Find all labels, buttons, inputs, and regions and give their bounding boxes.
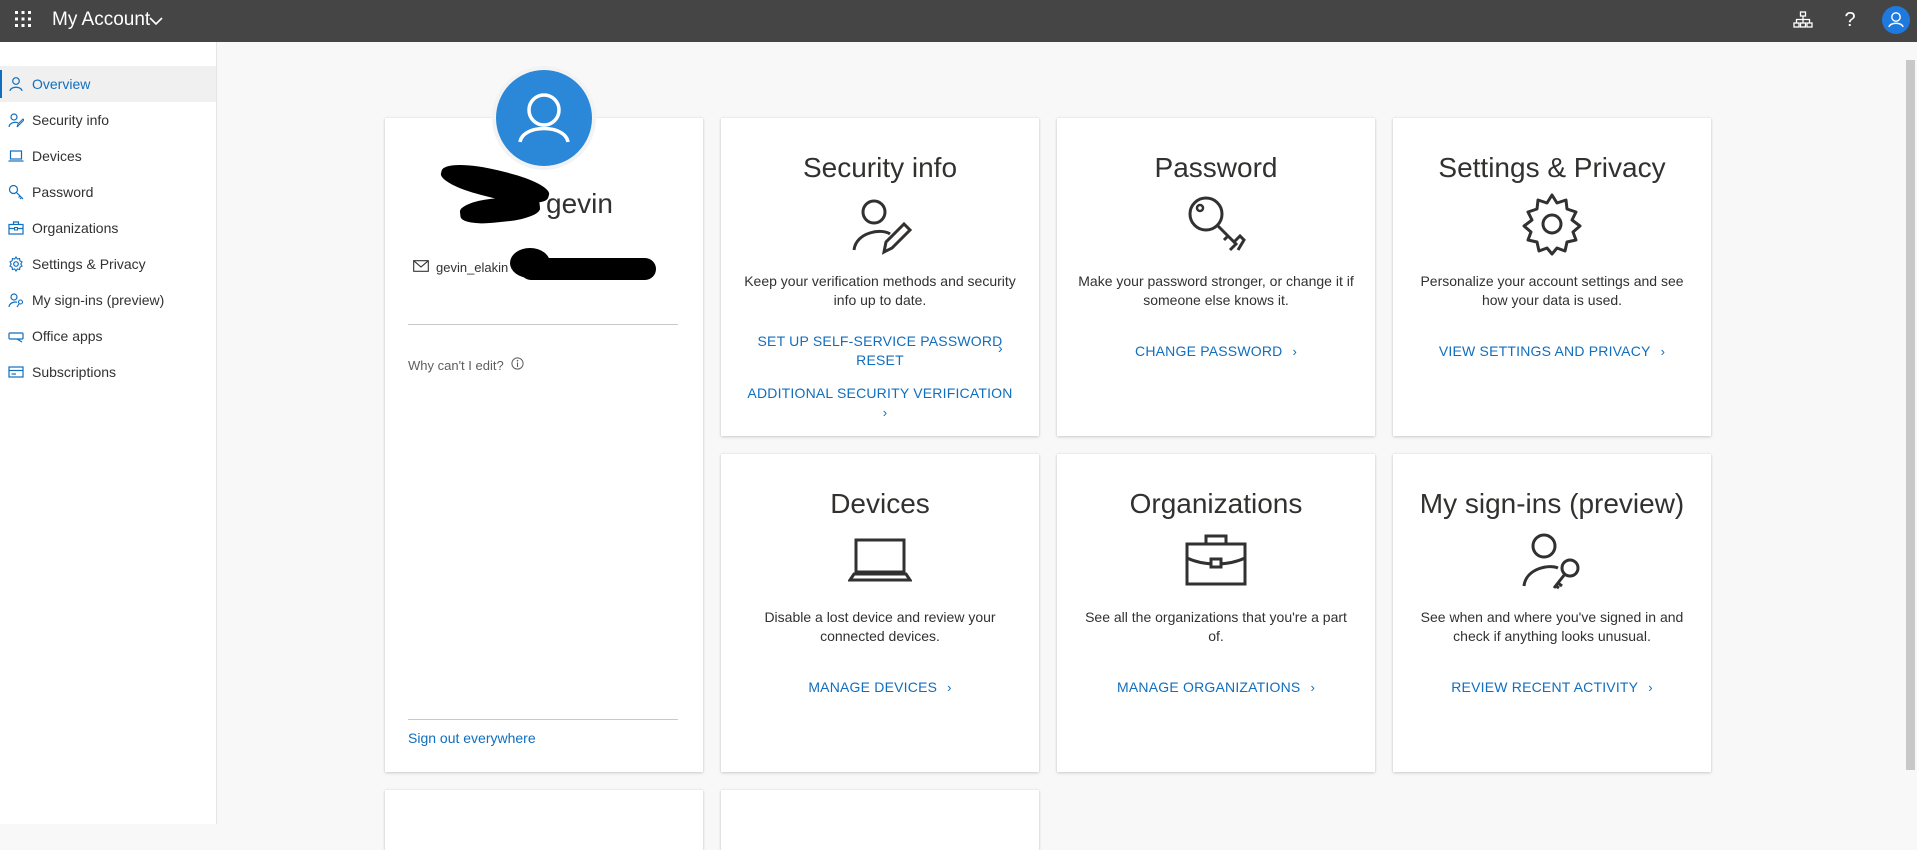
review-recent-activity-link[interactable]: REVIEW RECENT ACTIVITY › — [1413, 678, 1691, 697]
sidebar-item-my-sign-ins[interactable]: My sign-ins (preview) — [0, 282, 216, 318]
card-title: Settings & Privacy — [1438, 152, 1666, 183]
info-icon[interactable] — [511, 357, 524, 370]
card-description: Disable a lost device and review your co… — [764, 609, 996, 644]
card-description: See when and where you've signed in and … — [1420, 609, 1684, 644]
link-label: CHANGE PASSWORD — [1135, 343, 1283, 359]
sidebar-item-overview[interactable]: Overview — [0, 66, 216, 102]
more-card — [721, 790, 1039, 850]
profile-email: gevin_elakin — [436, 260, 509, 275]
sidebar-item-label: Password — [32, 184, 94, 200]
link-label: REVIEW RECENT ACTIVITY — [1451, 679, 1639, 695]
scrollbar[interactable] — [1906, 60, 1915, 770]
set-up-sspr-link[interactable]: SET UP SELF-SERVICE PASSWORD RESET — [755, 332, 1005, 370]
redaction-mark — [520, 258, 656, 280]
person-key-icon — [8, 293, 24, 308]
key-icon — [1188, 196, 1246, 252]
chevron-right-icon: › — [998, 340, 1003, 356]
security-person-icon — [8, 113, 24, 128]
chevron-right-icon: › — [1648, 680, 1653, 695]
chevron-right-icon: › — [1292, 344, 1297, 359]
card-description: Personalize your account settings and se… — [1420, 273, 1684, 308]
card-title: Devices — [830, 488, 930, 519]
link-label: MANAGE DEVICES — [808, 679, 938, 695]
devices-card: Devices Disable a lost device and review… — [721, 454, 1039, 772]
gear-icon — [1522, 193, 1582, 256]
divider — [408, 719, 678, 720]
profile-avatar[interactable] — [492, 66, 596, 170]
laptop-icon — [848, 538, 912, 582]
my-sign-ins-card: My sign-ins (preview) See when and where… — [1393, 454, 1711, 772]
additional-security-verification-link[interactable]: ADDITIONAL SECURITY VERIFICATION › — [741, 384, 1019, 422]
sidebar-item-subscriptions[interactable]: Subscriptions — [0, 354, 216, 390]
sign-out-everywhere-link[interactable]: Sign out everywhere — [408, 730, 536, 746]
more-card — [385, 790, 703, 850]
profile-card — [385, 118, 703, 772]
why-cant-i-edit-link[interactable]: Why can't I edit? — [408, 358, 504, 373]
sidebar-item-password[interactable]: Password — [0, 174, 216, 210]
sidebar-item-devices[interactable]: Devices — [0, 138, 216, 174]
sidebar-item-label: My sign-ins (preview) — [32, 292, 165, 308]
briefcase-icon — [8, 221, 24, 235]
chevron-right-icon: › — [947, 680, 952, 695]
view-settings-privacy-link[interactable]: VIEW SETTINGS AND PRIVACY › — [1413, 342, 1691, 361]
link-label: VIEW SETTINGS AND PRIVACY — [1438, 343, 1651, 359]
card-title: Organizations — [1129, 488, 1303, 519]
settings-privacy-card: Settings & Privacy Personalize your acco… — [1393, 118, 1711, 436]
chevron-down-icon[interactable] — [148, 13, 164, 29]
sidebar-item-label: Overview — [32, 76, 91, 92]
profile-name: gevin — [546, 188, 613, 219]
chevron-right-icon: › — [1310, 680, 1315, 695]
sidebar-item-label: Security info — [32, 112, 110, 128]
person-icon — [9, 77, 23, 92]
app-title[interactable]: My Account — [52, 9, 150, 31]
person-icon — [518, 93, 570, 143]
waffle-icon[interactable] — [14, 10, 32, 28]
office-apps-icon — [8, 332, 24, 343]
key-icon — [8, 184, 24, 200]
briefcase-icon — [1185, 534, 1247, 586]
sidebar-item-label: Subscriptions — [32, 364, 117, 380]
sidebar-item-label: Office apps — [32, 328, 103, 344]
manage-devices-link[interactable]: MANAGE DEVICES › — [741, 678, 1019, 697]
sidebar-item-organizations[interactable]: Organizations — [0, 210, 216, 246]
card-description: See all the organizations that you're a … — [1085, 609, 1347, 644]
chevron-right-icon: › — [1660, 344, 1666, 359]
card-title: My sign-ins (preview) — [1419, 488, 1685, 519]
mail-icon — [413, 260, 429, 272]
sidebar-item-settings-privacy[interactable]: Settings & Privacy — [0, 246, 216, 282]
gear-icon — [9, 256, 23, 272]
card-title: Security info — [802, 152, 958, 183]
sidebar-item-label: Organizations — [32, 220, 119, 236]
chevron-right-icon: › — [882, 405, 888, 420]
laptop-icon — [8, 150, 24, 162]
security-info-card: Security info Keep your verification met… — [721, 118, 1039, 436]
manage-organizations-link[interactable]: MANAGE ORGANIZATIONS › — [1077, 678, 1355, 697]
card-description: Keep your verification methods and secur… — [744, 273, 1016, 308]
top-bar: My Account ? — [0, 0, 1917, 42]
help-icon[interactable]: ? — [1838, 6, 1862, 34]
sidebar-item-security-info[interactable]: Security info — [0, 102, 216, 138]
security-person-icon — [852, 199, 912, 255]
organizations-card: Organizations See all the organizations … — [1057, 454, 1375, 772]
link-label: SET UP SELF-SERVICE PASSWORD RESET — [757, 333, 1003, 368]
sidebar-item-label: Settings & Privacy — [32, 256, 146, 272]
link-label: ADDITIONAL SECURITY VERIFICATION — [747, 385, 1013, 401]
change-password-link[interactable]: CHANGE PASSWORD › — [1077, 342, 1355, 361]
sidebar-item-office-apps[interactable]: Office apps — [0, 318, 216, 354]
divider — [408, 324, 678, 325]
org-chart-icon[interactable] — [1791, 8, 1815, 32]
password-card: Password Make your password stronger, or… — [1057, 118, 1375, 436]
person-key-icon — [1522, 533, 1580, 590]
sidebar-item-label: Devices — [32, 148, 82, 164]
subscriptions-icon — [8, 366, 24, 378]
link-label: MANAGE ORGANIZATIONS — [1117, 679, 1301, 695]
card-description: Make your password stronger, or change i… — [1078, 273, 1354, 308]
user-avatar-icon[interactable] — [1882, 6, 1910, 34]
card-title: Password — [1154, 152, 1278, 183]
person-icon — [1888, 12, 1904, 28]
sidebar: Overview Security info Devices Password … — [0, 42, 217, 824]
